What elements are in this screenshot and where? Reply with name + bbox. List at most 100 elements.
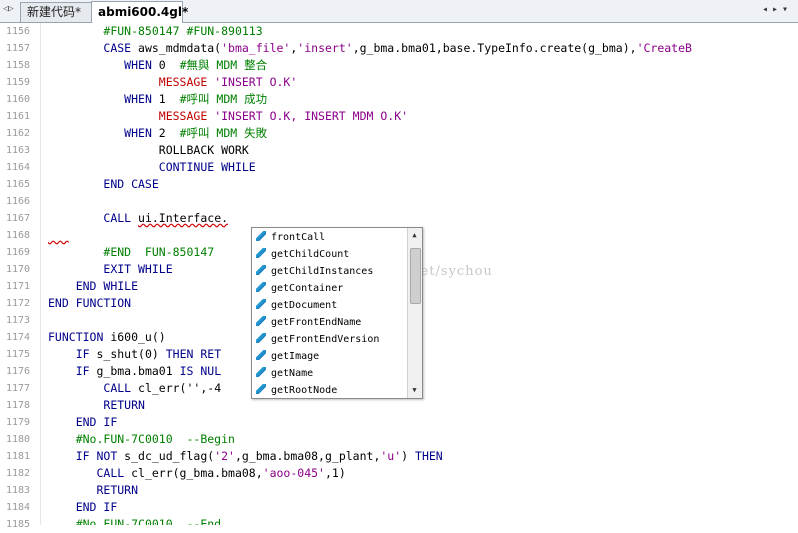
code-token: s_dc_ud_flag( — [117, 449, 215, 463]
code-line[interactable]: #No.FUN-7C0010 --End — [48, 516, 221, 525]
tab-scroll-left-icon[interactable]: ◁▷ — [3, 4, 14, 14]
code-line[interactable]: CALL cl_err(g_bma.bma08,'aoo-045',1) — [48, 465, 345, 482]
code-token: CONTINUE WHILE — [158, 160, 256, 174]
code-line[interactable]: CONTINUE WHILE — [48, 159, 256, 176]
code-token: 1 — [151, 92, 180, 106]
method-icon — [256, 367, 266, 377]
code-token: IS NUL — [179, 364, 222, 378]
code-line[interactable]: FUNCTION i600_u() — [48, 329, 166, 346]
code-line[interactable]: WHEN 2 #呼叫 MDM 失敗 — [48, 125, 267, 142]
code-token: #無與 MDM 整合 — [179, 58, 268, 72]
tab-abmi600[interactable]: abmi600.4gl* — [91, 1, 188, 23]
code-line[interactable]: END IF — [48, 414, 118, 431]
code-line[interactable]: CALL cl_err('',-4 — [48, 380, 221, 397]
code-line[interactable]: RETURN — [48, 397, 145, 414]
autocomplete-item[interactable]: getChildCount — [256, 246, 349, 263]
autocomplete-item[interactable]: getRootNode — [256, 382, 337, 399]
code-line[interactable]: CASE aws_mdmdata('bma_file','insert',g_b… — [48, 40, 692, 57]
line-number: 1167 — [6, 213, 31, 224]
autocomplete-item[interactable]: getName — [256, 365, 313, 382]
autocomplete-item-label: getChildCount — [271, 249, 350, 260]
code-token: END CASE — [103, 177, 159, 191]
method-icon — [256, 231, 266, 241]
code-token: THEN — [415, 449, 443, 463]
tab-new-code[interactable]: 新建代码* — [20, 2, 99, 22]
line-number: 1161 — [6, 111, 31, 122]
scroll-down-icon[interactable]: ▼ — [409, 385, 420, 396]
autocomplete-item-label: frontCall — [271, 232, 326, 243]
code-token: cl_err(g_bma.bma08, — [124, 466, 263, 480]
code-token: WHEN — [124, 58, 152, 72]
code-token: MESSAGE — [158, 109, 208, 123]
autocomplete-item-label: getFrontEndVersion — [271, 334, 380, 345]
line-number: 1182 — [6, 468, 31, 479]
line-number: 1163 — [6, 145, 31, 156]
autocomplete-item[interactable]: getImage — [256, 348, 319, 365]
scroll-thumb[interactable] — [410, 248, 421, 304]
code-token: IF — [75, 347, 90, 361]
tab-label: 新建代码* — [27, 5, 82, 19]
autocomplete-item[interactable]: getFrontEndName — [256, 314, 361, 331]
code-token: ,g_bma.bma08,g_plant, — [234, 449, 381, 463]
code-token: MESSAGE — [158, 75, 208, 89]
code-line[interactable]: IF g_bma.bma01 IS NUL — [48, 363, 221, 380]
line-number: 1181 — [6, 451, 31, 462]
code-token: WHEN — [124, 126, 152, 140]
autocomplete-item-label: getName — [271, 368, 314, 379]
code-line[interactable]: #No.FUN-7C0010 --Begin — [48, 431, 235, 448]
popup-scrollbar[interactable]: ▲ ▼ — [407, 228, 422, 398]
code-line[interactable]: MESSAGE 'INSERT O.K, INSERT MDM O.K' — [48, 108, 408, 125]
code-line[interactable] — [48, 227, 69, 244]
code-line[interactable]: CALL ui.Interface. — [48, 210, 228, 227]
autocomplete-item[interactable]: getDocument — [256, 297, 337, 314]
code-line[interactable]: END CASE — [48, 176, 159, 193]
line-number: 1166 — [6, 196, 31, 207]
method-icon — [256, 316, 266, 326]
code-token: i600_u() — [103, 330, 166, 344]
autocomplete-item[interactable]: frontCall — [256, 229, 325, 246]
code-line[interactable]: #END FUN-850147 — [48, 244, 214, 261]
line-number: 1173 — [6, 315, 31, 326]
code-line[interactable]: ROLLBACK WORK — [48, 142, 249, 159]
autocomplete-item[interactable]: getContainer — [256, 280, 343, 297]
code-line[interactable]: IF NOT s_dc_ud_flag('2',g_bma.bma08,g_pl… — [48, 448, 443, 465]
code-token: 'insert' — [297, 41, 353, 55]
code-token: CASE — [103, 41, 132, 55]
autocomplete-item[interactable]: getChildInstances — [256, 263, 373, 280]
autocomplete-item[interactable]: getFrontEndVersion — [256, 331, 379, 348]
autocomplete-item-label: getFrontEndName — [271, 317, 362, 328]
code-token: aws_mdmdata( — [131, 41, 222, 55]
autocomplete-popup[interactable]: frontCall getChildCount getChildInstances g… — [251, 227, 423, 399]
code-line[interactable]: WHEN 1 #呼叫 MDM 成功 — [48, 91, 267, 108]
code-line[interactable]: WHEN 0 #無與 MDM 整合 — [48, 57, 267, 74]
code-line[interactable]: EXIT WHILE — [48, 261, 173, 278]
line-number: 1169 — [6, 247, 31, 258]
code-line[interactable]: MESSAGE 'INSERT O.K' — [48, 74, 298, 91]
code-token: EXIT WHILE — [103, 262, 173, 276]
code-line[interactable]: END IF — [48, 499, 118, 516]
code-token: g_bma.bma01 — [89, 364, 180, 378]
tab-menu-icon[interactable]: ◂▸▾ — [762, 4, 792, 15]
code-line[interactable]: IF s_shut(0) THEN RET — [48, 346, 221, 363]
code-line[interactable]: END FUNCTION — [48, 295, 131, 312]
code-line[interactable]: END WHILE — [48, 278, 138, 295]
code-token: END IF — [75, 415, 118, 429]
scroll-up-icon[interactable]: ▲ — [409, 230, 420, 241]
line-number: 1183 — [6, 485, 31, 496]
code-line[interactable]: RETURN — [48, 482, 138, 499]
line-number: 1156 — [6, 26, 31, 37]
line-number: 1175 — [6, 349, 31, 360]
code-line[interactable]: #FUN-850147 #FUN-890113 — [48, 23, 262, 40]
